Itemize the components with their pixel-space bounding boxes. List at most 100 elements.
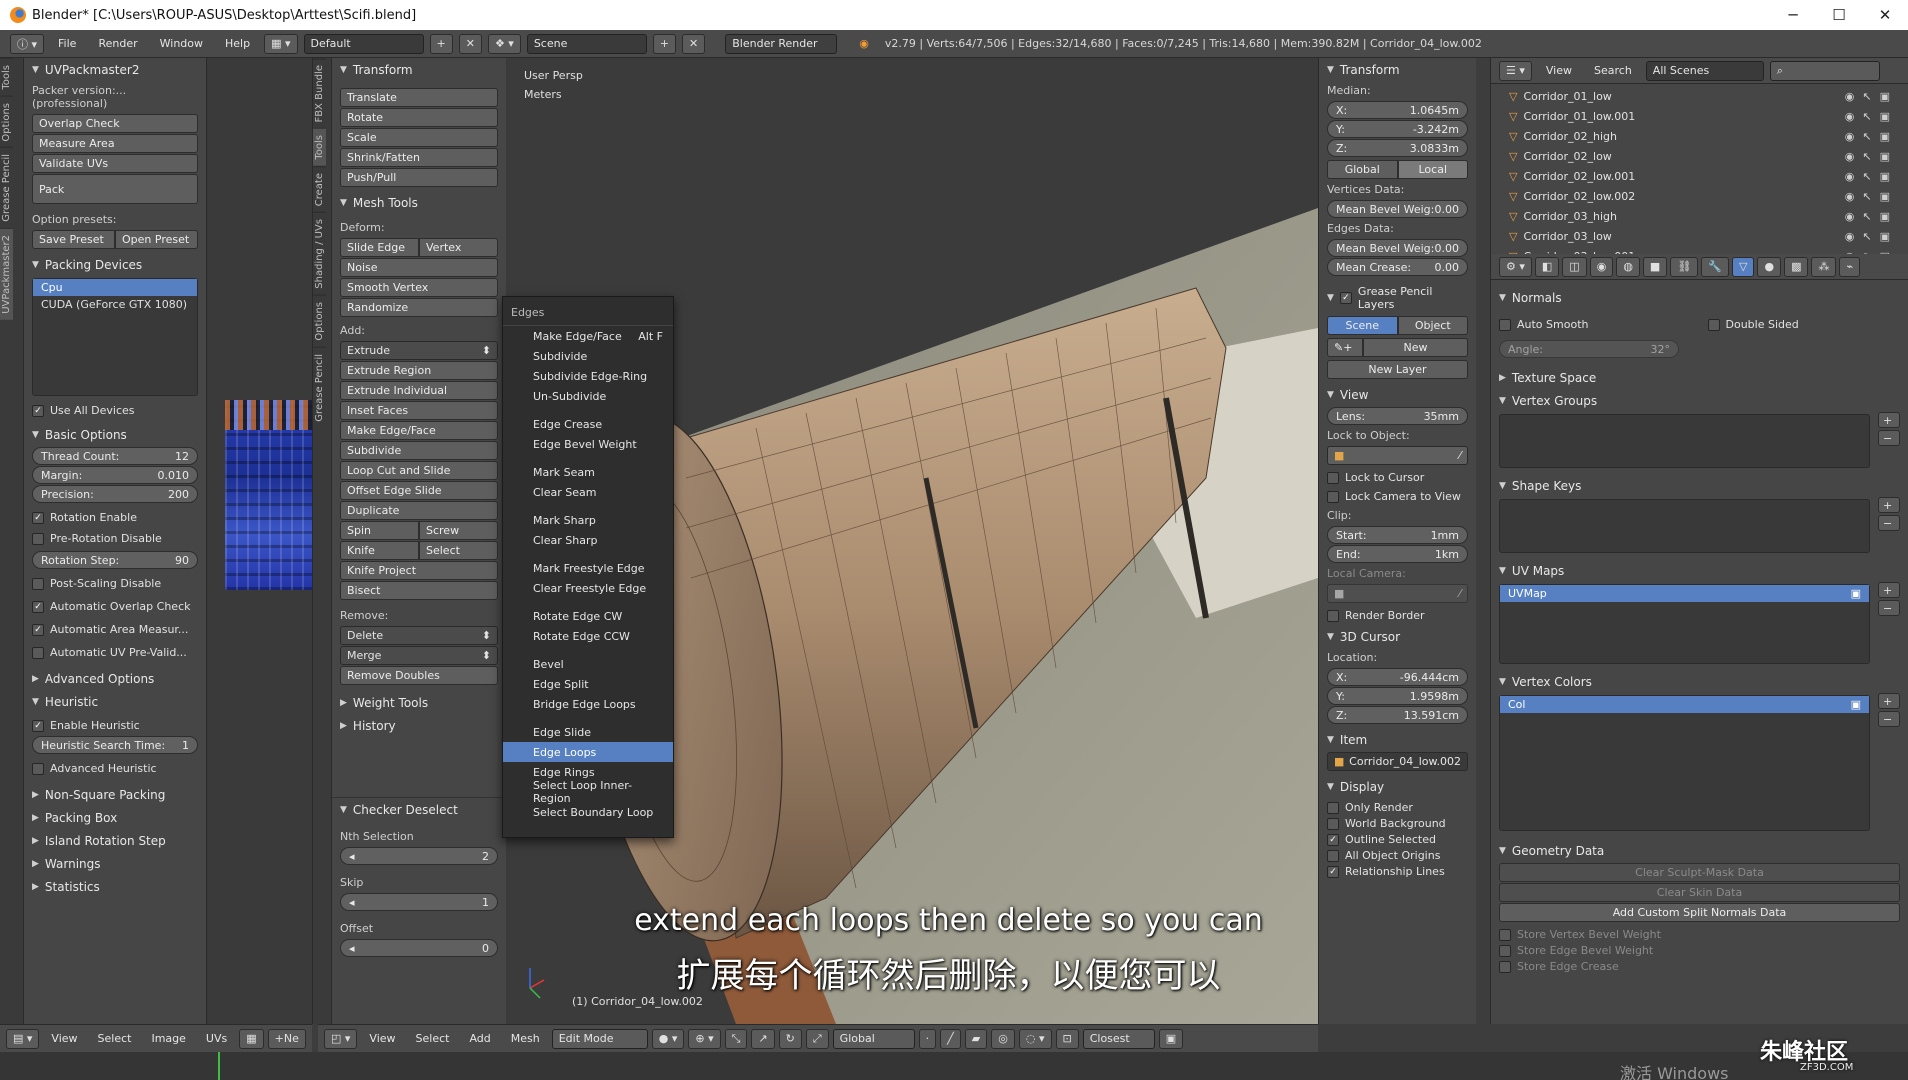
face-select-icon[interactable]: ▰ xyxy=(964,1028,988,1049)
scene-tab-icon[interactable]: ◉ xyxy=(1589,256,1614,277)
gp-new-button[interactable]: New xyxy=(1363,338,1468,357)
menu-item-clear-freestyle-edge[interactable]: Clear Freestyle Edge xyxy=(503,578,673,598)
double-sided-checkbox[interactable] xyxy=(1707,318,1720,331)
device-cuda[interactable]: CUDA (GeForce GTX 1080) xyxy=(33,296,197,313)
vg-add-icon[interactable]: + xyxy=(1878,412,1900,428)
outliner-row[interactable]: ▽Corridor_03_low.001◉↖▣ xyxy=(1491,246,1908,255)
cursor-y-field[interactable]: Y: 1.9598m xyxy=(1327,687,1468,705)
menu-help[interactable]: Help xyxy=(217,37,258,50)
data-tab-icon[interactable]: ▽ xyxy=(1732,256,1755,277)
push-pull-button[interactable]: Push/Pull xyxy=(340,168,498,187)
mode-select[interactable]: Edit Mode xyxy=(551,1028,648,1049)
translate-manipulator-icon[interactable]: ↗ xyxy=(751,1028,775,1049)
median-x-field[interactable]: X: 1.0645m xyxy=(1327,101,1468,119)
duplicate-button[interactable]: Duplicate xyxy=(340,501,498,520)
outliner-row[interactable]: ▽ Corridor_02_low.001 ◉↖▣ xyxy=(1491,166,1908,186)
cursor-x-field[interactable]: X: -96.444cm xyxy=(1327,668,1468,686)
thread-count-field[interactable]: Thread Count: 12 xyxy=(32,447,198,465)
uv-editor-type-icon[interactable]: ▤ ▾ xyxy=(6,1028,40,1049)
inset-faces-button[interactable]: Inset Faces xyxy=(340,401,498,420)
col-item[interactable]: Col ▣ xyxy=(1500,696,1869,713)
vertex-groups-header[interactable]: Vertex Groups xyxy=(1512,394,1597,408)
menu-item-mark-sharp[interactable]: Mark Sharp xyxy=(503,510,673,530)
shape-keys-header[interactable]: Shape Keys xyxy=(1512,479,1581,493)
menu-item-rotate-edge-ccw[interactable]: Rotate Edge CCW xyxy=(503,626,673,646)
tab-tools[interactable]: Tools xyxy=(0,58,13,96)
screw-button[interactable]: Screw xyxy=(419,521,498,540)
uv-image-editor[interactable] xyxy=(206,58,313,1024)
local-camera-field[interactable]: ■ ⁄ xyxy=(1327,584,1468,603)
world-bg-checkbox[interactable] xyxy=(1327,817,1339,830)
basic-options-header[interactable]: Basic Options xyxy=(45,428,127,442)
store-vertex-bevel-checkbox[interactable] xyxy=(1499,928,1511,941)
rotate-manipulator-icon[interactable]: ↻ xyxy=(778,1028,802,1049)
render-engine-select[interactable]: Blender Render xyxy=(725,33,838,54)
restrict-icons[interactable]: ◉↖▣ xyxy=(1845,130,1898,143)
particles-tab-icon[interactable]: ⁂ xyxy=(1811,256,1837,277)
menu-item-edge-slide[interactable]: Edge Slide xyxy=(503,722,673,742)
packing-box-header[interactable]: Packing Box xyxy=(45,811,117,825)
menu-item-edge-bevel-weight[interactable]: Edge Bevel Weight xyxy=(503,434,673,454)
restrict-icons[interactable]: ◉↖▣ xyxy=(1845,110,1898,123)
pivot-point-icon[interactable]: ⊕ ▾ xyxy=(688,1028,721,1049)
uvpackmaster-header[interactable]: UVPackmaster2 xyxy=(45,63,140,77)
vc-remove-icon[interactable]: − xyxy=(1878,711,1900,727)
pack-button[interactable]: Pack xyxy=(32,174,198,204)
restrict-icons[interactable]: ◉↖▣ xyxy=(1845,210,1898,223)
layers-tab-icon[interactable]: ◫ xyxy=(1562,256,1587,277)
weight-tools-header[interactable]: Weight Tools xyxy=(353,696,428,710)
uv-menu-uvs[interactable]: UVs xyxy=(198,1032,235,1045)
clip-end-field[interactable]: End: 1km xyxy=(1327,545,1468,563)
add-scene-icon[interactable]: + xyxy=(652,33,677,54)
checker-deselect-header[interactable]: Checker Deselect xyxy=(353,803,458,817)
sk-remove-icon[interactable]: − xyxy=(1878,515,1900,531)
menu-item-bevel[interactable]: Bevel xyxy=(503,654,673,674)
modifiers-tab-icon[interactable]: 🔧 xyxy=(1701,256,1729,277)
warnings-header[interactable]: Warnings xyxy=(45,857,101,871)
vertex-bevel-field[interactable]: Mean Bevel Weig: 0.00 xyxy=(1327,200,1468,218)
loop-cut-slide-button[interactable]: Loop Cut and Slide xyxy=(340,461,498,480)
restrict-icons[interactable]: ◉↖▣ xyxy=(1845,170,1898,183)
merge-dropdown[interactable]: Merge ⬍ xyxy=(340,646,498,665)
scene-icon[interactable]: ❖ ▾ xyxy=(487,33,521,54)
auto-uv-checkbox[interactable] xyxy=(32,646,44,659)
make-edge-face-button[interactable]: Make Edge/Face xyxy=(340,421,498,440)
relationship-lines-checkbox[interactable]: ✓ xyxy=(1327,865,1339,878)
remove-doubles-button[interactable]: Remove Doubles xyxy=(340,666,498,685)
menu-item-select-boundary-loop[interactable]: Select Boundary Loop xyxy=(503,802,673,822)
render-border-checkbox[interactable] xyxy=(1327,609,1339,622)
remove-layout-icon[interactable]: ✕ xyxy=(458,33,482,54)
post-scaling-disable-checkbox[interactable] xyxy=(32,577,44,590)
tab-options[interactable]: Options xyxy=(0,95,13,148)
menu-render[interactable]: Render xyxy=(90,37,145,50)
transform-header[interactable]: Transform xyxy=(353,63,413,77)
auto-overlap-checkbox[interactable]: ✓ xyxy=(32,600,44,613)
delete-dropdown[interactable]: Delete ⬍ xyxy=(340,626,498,645)
screen-layout-field[interactable]: Default xyxy=(303,33,424,54)
vp-menu-select[interactable]: Select xyxy=(408,1032,458,1045)
normals-header[interactable]: Normals xyxy=(1512,291,1562,305)
n-transform-header[interactable]: Transform xyxy=(1340,63,1400,77)
menu-window[interactable]: Window xyxy=(152,37,211,50)
tab-tools-mesh[interactable]: Tools xyxy=(313,128,326,167)
pre-rotation-disable-checkbox[interactable] xyxy=(32,532,44,545)
tab-grease-pencil[interactable]: Grease Pencil xyxy=(0,147,13,228)
lens-field[interactable]: Lens: 35mm xyxy=(1327,407,1468,425)
rotate-button[interactable]: Rotate xyxy=(340,108,498,127)
snap-target-select[interactable]: Closest xyxy=(1082,1028,1155,1049)
scale-manipulator-icon[interactable]: ⤢ xyxy=(805,1028,829,1049)
menu-item-clear-seam[interactable]: Clear Seam xyxy=(503,482,673,502)
offset-field[interactable]: ◂ 0 xyxy=(340,939,498,957)
vc-add-icon[interactable]: + xyxy=(1878,693,1900,709)
viewport-type-icon[interactable]: ◰ ▾ xyxy=(324,1028,358,1049)
menu-item-subdivide-edge-ring[interactable]: Subdivide Edge-Ring xyxy=(503,366,673,386)
vg-remove-icon[interactable]: − xyxy=(1878,430,1900,446)
gp-pencil-icon[interactable]: ✎+ xyxy=(1327,338,1363,357)
render-tab-icon[interactable]: ◧ xyxy=(1534,256,1560,277)
outliner-view-menu[interactable]: View xyxy=(1538,64,1580,77)
outliner-filter-select[interactable]: All Scenes xyxy=(1645,60,1764,81)
local-button[interactable]: Local xyxy=(1397,160,1468,179)
auto-smooth-checkbox[interactable] xyxy=(1499,318,1511,331)
outliner-row[interactable]: ▽ Corridor_02_low ◉↖▣ xyxy=(1491,146,1908,166)
menu-item-bridge-edge-loops[interactable]: Bridge Edge Loops xyxy=(503,694,673,714)
